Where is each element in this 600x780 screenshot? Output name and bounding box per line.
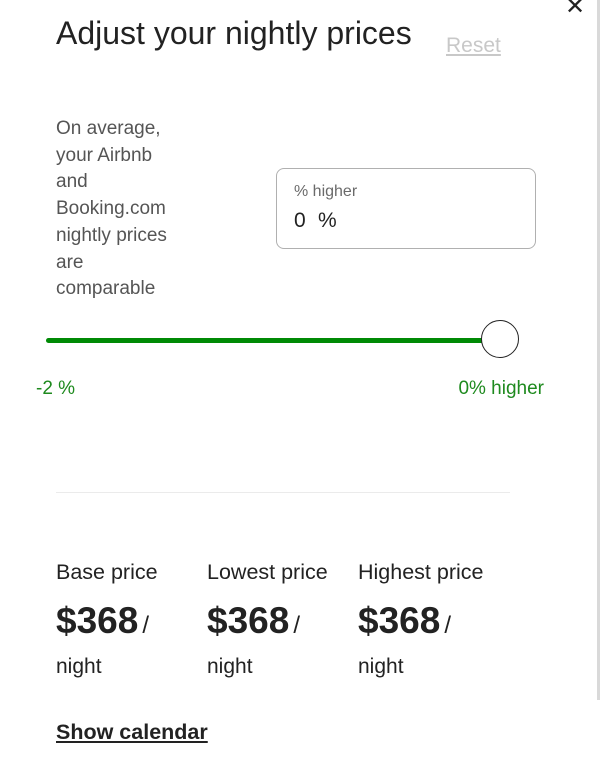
highest-price-amount-row: $368/ <box>358 601 508 649</box>
slider-min-label: -2 % <box>36 378 76 399</box>
highest-price-amount: $368 <box>358 600 441 641</box>
divider <box>56 492 510 493</box>
percent-higher-field[interactable]: % higher % <box>276 168 536 249</box>
base-price-title: Base price <box>56 560 158 584</box>
percent-value-row: % <box>294 209 535 233</box>
lowest-price-amount: $368 <box>207 600 290 641</box>
comparison-description: On average, your Airbnb and Booking.com … <box>56 118 167 300</box>
lowest-price-title: Lowest price <box>207 560 328 584</box>
highest-price: Highest price $368/ night <box>358 558 508 681</box>
adjust-prices-dialog: ✕ Adjust your nightly prices Reset On av… <box>0 0 600 780</box>
percent-unit: % <box>318 209 337 232</box>
base-price-slash: / <box>142 612 149 639</box>
highest-price-title: Highest price <box>358 560 484 584</box>
base-price: Base price $368/ night <box>56 558 206 681</box>
lowest-price-unit: night <box>207 655 253 678</box>
percent-higher-input[interactable] <box>294 209 312 233</box>
dialog-title: Adjust your nightly prices <box>56 15 412 51</box>
slider-max-label: 0% higher <box>458 378 544 399</box>
lowest-price-slash: / <box>293 612 300 639</box>
highest-price-slash: / <box>444 612 451 639</box>
base-price-amount-row: $368/ <box>56 601 206 649</box>
show-calendar-link[interactable]: Show calendar <box>56 720 208 745</box>
reset-button[interactable]: Reset <box>446 34 501 58</box>
percent-higher-label: % higher <box>294 183 358 200</box>
price-slider-track[interactable] <box>46 320 519 358</box>
base-price-amount: $368 <box>56 600 139 641</box>
lowest-price-amount-row: $368/ <box>207 601 357 649</box>
highest-price-unit: night <box>358 655 404 678</box>
lowest-price: Lowest price $368/ night <box>207 558 357 681</box>
price-slider-fill <box>46 338 500 343</box>
base-price-unit: night <box>56 655 102 678</box>
close-icon[interactable]: ✕ <box>562 0 588 20</box>
price-slider-thumb[interactable] <box>481 320 519 358</box>
